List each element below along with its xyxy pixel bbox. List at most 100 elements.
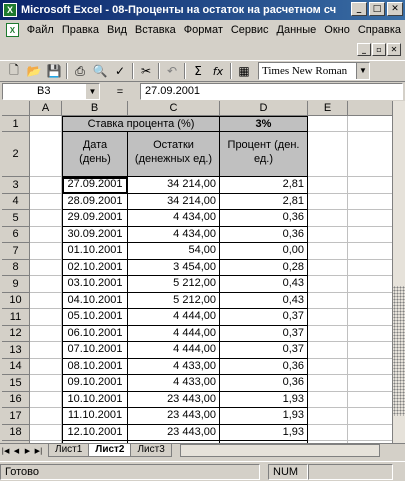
print-icon[interactable]: ⎙: [70, 62, 90, 81]
cell-e[interactable]: [308, 276, 348, 293]
next-sheet-icon[interactable]: ▶: [22, 445, 33, 457]
cell-f[interactable]: [348, 342, 392, 359]
spelling-icon[interactable]: ✓: [110, 62, 130, 81]
cell-f[interactable]: [348, 243, 392, 260]
cell-f[interactable]: [348, 408, 392, 425]
tab-sheet2[interactable]: Лист2: [88, 444, 132, 457]
cell-e[interactable]: [308, 210, 348, 227]
percent-cell[interactable]: 1,93: [220, 408, 308, 425]
select-all-corner[interactable]: [2, 101, 30, 116]
doc-restore-button[interactable]: ▫: [372, 43, 386, 56]
percent-cell[interactable]: 0,37: [220, 309, 308, 326]
percent-cell[interactable]: 0,43: [220, 276, 308, 293]
percent-cell[interactable]: 0,37: [220, 325, 308, 342]
date-cell[interactable]: 08.10.2001: [62, 358, 128, 375]
first-sheet-icon[interactable]: |◀: [0, 445, 11, 457]
tab-sheet1[interactable]: Лист1: [48, 444, 90, 457]
date-cell[interactable]: 10.10.2001: [62, 391, 128, 408]
cell-f[interactable]: [348, 177, 392, 194]
percent-cell[interactable]: 0,36: [220, 375, 308, 392]
percent-cell[interactable]: 0,00: [220, 243, 308, 260]
cell-e[interactable]: [308, 177, 348, 194]
row-header[interactable]: 12: [2, 325, 30, 342]
cut-icon[interactable]: ✂: [136, 62, 156, 81]
open-icon[interactable]: 📂: [24, 62, 44, 81]
column-header-c[interactable]: C: [128, 101, 220, 116]
header-col-b[interactable]: Дата (день): [62, 132, 128, 177]
maximize-button[interactable]: □: [369, 2, 385, 16]
cell-e[interactable]: [308, 391, 348, 408]
last-sheet-icon[interactable]: ▶|: [33, 445, 44, 457]
balance-cell[interactable]: 3 454,00: [128, 259, 220, 276]
balance-cell[interactable]: 4 444,00: [128, 342, 220, 359]
balance-cell[interactable]: 5 212,00: [128, 292, 220, 309]
column-header-e[interactable]: E: [308, 101, 348, 116]
row-header[interactable]: 3: [2, 177, 30, 194]
row-header[interactable]: 16: [2, 391, 30, 408]
menu-view[interactable]: Вид: [103, 24, 131, 36]
cell-f[interactable]: [348, 359, 392, 375]
cell-f[interactable]: [348, 375, 392, 392]
date-cell[interactable]: 05.10.2001: [62, 309, 128, 326]
date-cell[interactable]: 29.09.2001: [62, 210, 128, 227]
row-header[interactable]: 13: [2, 342, 30, 359]
cell-a[interactable]: [30, 210, 62, 227]
menu-data[interactable]: Данные: [273, 24, 321, 36]
cell-a[interactable]: [30, 375, 62, 392]
row-header[interactable]: 2: [2, 132, 30, 177]
autosum-button[interactable]: Σ: [188, 62, 208, 81]
row-header[interactable]: 11: [2, 309, 30, 326]
date-cell[interactable]: 30.09.2001: [62, 226, 128, 243]
row-header[interactable]: 4: [2, 193, 30, 210]
row-header[interactable]: 6: [2, 226, 30, 243]
vertical-scrollbar[interactable]: [392, 101, 405, 443]
worksheet-grid[interactable]: A B C D E 1 Ставка процента (%) 3% 2 Дата (день) О…: [2, 101, 392, 443]
percent-cell[interactable]: 0,28: [220, 259, 308, 276]
cell-e[interactable]: [308, 342, 348, 359]
date-cell[interactable]: 11.10.2001: [62, 408, 128, 425]
date-cell[interactable]: 07.10.2001: [62, 342, 128, 359]
row-header[interactable]: 17: [2, 408, 30, 425]
cell-f[interactable]: [348, 425, 392, 441]
cell-a[interactable]: [30, 259, 62, 276]
formula-input[interactable]: 27.09.2001: [140, 83, 403, 100]
cell-a[interactable]: [30, 276, 62, 293]
cell-e[interactable]: [308, 292, 348, 309]
percent-cell[interactable]: 0,36: [220, 226, 308, 243]
percent-cell[interactable]: 0,36: [220, 210, 308, 227]
balance-cell[interactable]: 4 433,00: [128, 375, 220, 392]
menu-tools[interactable]: Сервис: [227, 24, 273, 36]
menu-file[interactable]: Файл: [23, 24, 58, 36]
balance-cell[interactable]: 4 444,00: [128, 309, 220, 326]
cell-a[interactable]: [30, 309, 62, 326]
cell-e[interactable]: [308, 424, 348, 441]
balance-cell[interactable]: 34 214,00: [128, 177, 220, 194]
row-header[interactable]: 15: [2, 375, 30, 392]
percent-cell[interactable]: 2,81: [220, 177, 308, 194]
balance-cell[interactable]: 4 434,00: [128, 226, 220, 243]
balance-cell[interactable]: 5 212,00: [128, 276, 220, 293]
doc-minimize-button[interactable]: _: [357, 43, 371, 56]
column-header-a[interactable]: A: [30, 101, 62, 116]
cell-f[interactable]: [348, 392, 392, 408]
percent-cell[interactable]: 0,37: [220, 342, 308, 359]
balance-cell[interactable]: 4 434,00: [128, 210, 220, 227]
cell-e[interactable]: [308, 375, 348, 392]
cell-f[interactable]: [348, 260, 392, 276]
percent-cell[interactable]: 2,81: [220, 193, 308, 210]
name-box[interactable]: B3 ▼: [2, 83, 100, 100]
cell-a[interactable]: [30, 391, 62, 408]
balance-cell[interactable]: 23 443,00: [128, 424, 220, 441]
cell-a[interactable]: [30, 132, 62, 177]
percent-cell[interactable]: 0,43: [220, 292, 308, 309]
minimize-button[interactable]: _: [351, 2, 367, 16]
date-cell[interactable]: 03.10.2001: [62, 276, 128, 293]
cell-e[interactable]: [308, 116, 348, 132]
row-header[interactable]: 14: [2, 358, 30, 375]
header-col-c[interactable]: Остатки (денежных ед.): [128, 132, 220, 177]
column-header-d[interactable]: D: [220, 101, 308, 116]
print-preview-icon[interactable]: 🔍: [90, 62, 110, 81]
cell-a[interactable]: [30, 193, 62, 210]
cell-f[interactable]: [348, 210, 392, 227]
percent-cell[interactable]: 0,36: [220, 358, 308, 375]
